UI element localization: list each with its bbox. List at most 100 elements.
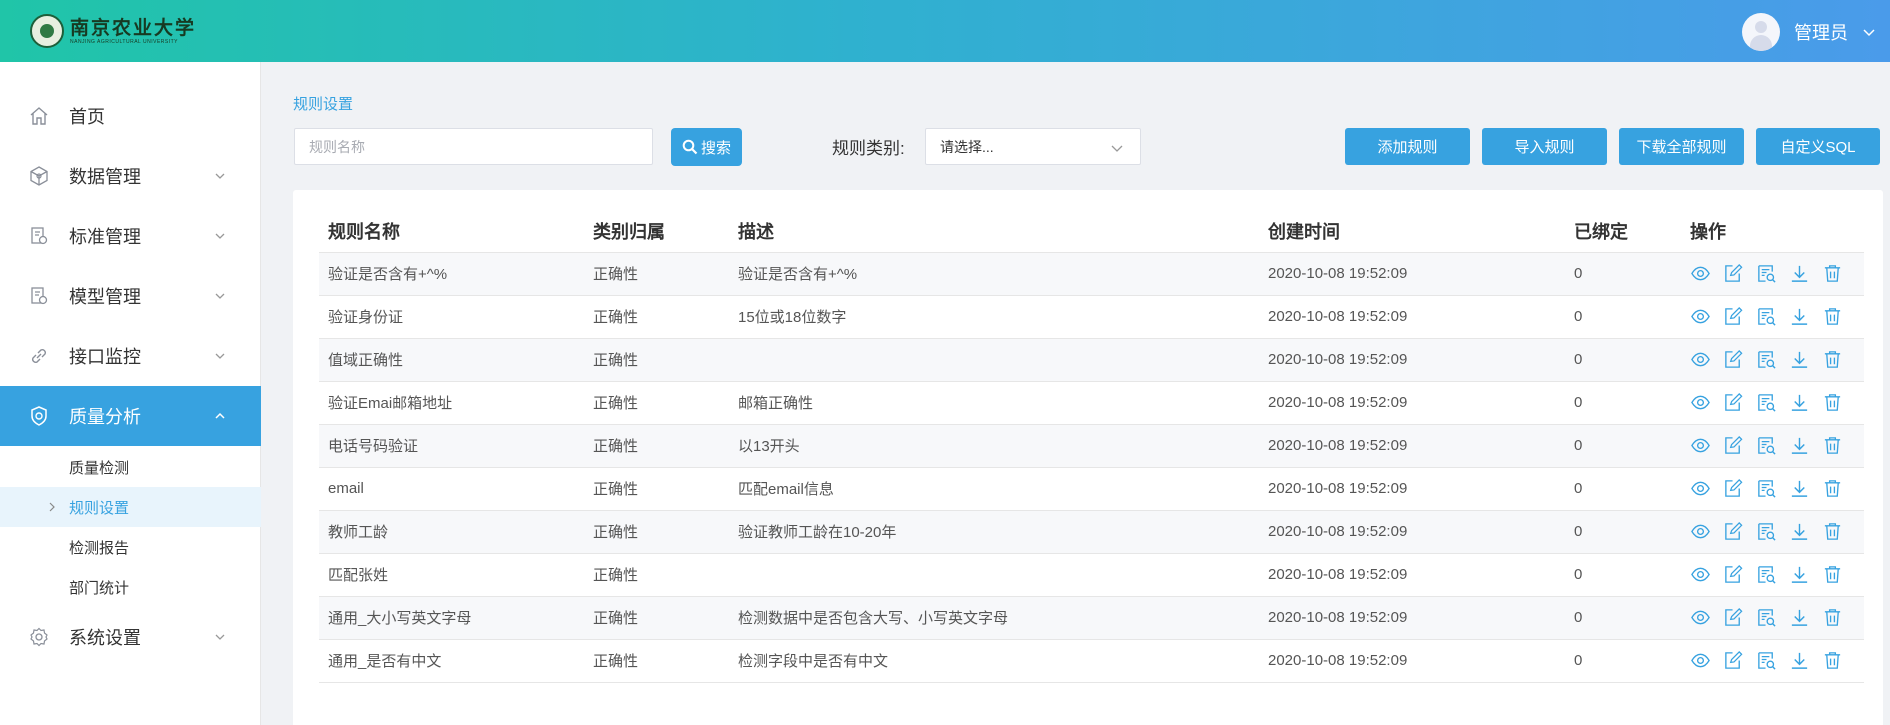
rule-name-search-input[interactable] bbox=[294, 128, 653, 165]
trash-icon[interactable] bbox=[1822, 435, 1843, 456]
detail-icon[interactable] bbox=[1756, 478, 1777, 499]
download-icon[interactable] bbox=[1789, 263, 1810, 284]
edit-icon[interactable] bbox=[1723, 478, 1744, 499]
download-icon[interactable] bbox=[1789, 607, 1810, 628]
trash-icon[interactable] bbox=[1822, 349, 1843, 370]
eye-icon[interactable] bbox=[1690, 306, 1711, 327]
download-icon[interactable] bbox=[1789, 306, 1810, 327]
edit-icon[interactable] bbox=[1723, 306, 1744, 327]
download-icon[interactable] bbox=[1789, 392, 1810, 413]
user-menu[interactable]: 管理员 bbox=[1742, 13, 1876, 51]
download-icon[interactable] bbox=[1789, 650, 1810, 671]
chevron-down-icon bbox=[215, 173, 225, 179]
trash-icon[interactable] bbox=[1822, 478, 1843, 499]
table-cell-bound: 0 bbox=[1565, 424, 1681, 468]
detail-icon[interactable] bbox=[1756, 564, 1777, 585]
table-cell-desc: 匹配email信息 bbox=[729, 467, 1259, 511]
eye-icon[interactable] bbox=[1690, 435, 1711, 456]
sidebar-item-system-settings[interactable]: 系统设置 bbox=[0, 607, 261, 667]
trash-icon[interactable] bbox=[1822, 564, 1843, 585]
rule-category-select[interactable]: 请选择... bbox=[925, 128, 1141, 165]
eye-icon[interactable] bbox=[1690, 607, 1711, 628]
sidebar-item-standard-management[interactable]: 标准管理 bbox=[0, 206, 261, 266]
detail-icon[interactable] bbox=[1756, 392, 1777, 413]
table-cell-desc: 以13开头 bbox=[729, 424, 1259, 468]
top-header: 南京农业大学 NANJING AGRICULTURAL UNIVERSITY 管… bbox=[0, 0, 1890, 62]
trash-icon[interactable] bbox=[1822, 392, 1843, 413]
edit-icon[interactable] bbox=[1723, 349, 1744, 370]
eye-icon[interactable] bbox=[1690, 521, 1711, 542]
sidebar-item-quality-analysis[interactable]: 质量分析 bbox=[0, 386, 261, 446]
eye-icon[interactable] bbox=[1690, 263, 1711, 284]
table-row: 验证身份证 正确性 15位或18位数字 2020-10-08 19:52:09 0 bbox=[319, 295, 1864, 339]
detail-icon[interactable] bbox=[1756, 435, 1777, 456]
download-icon[interactable] bbox=[1789, 435, 1810, 456]
chevron-down-icon bbox=[215, 233, 225, 239]
chevron-down-icon[interactable] bbox=[1862, 25, 1876, 39]
submenu-item-rule-settings[interactable]: 规则设置 bbox=[0, 487, 261, 527]
eye-icon[interactable] bbox=[1690, 564, 1711, 585]
table-cell-created: 2020-10-08 19:52:09 bbox=[1259, 553, 1565, 597]
edit-icon[interactable] bbox=[1723, 521, 1744, 542]
detail-icon[interactable] bbox=[1756, 306, 1777, 327]
sidebar-item-label: 系统设置 bbox=[69, 628, 141, 648]
table-cell-created: 2020-10-08 19:52:09 bbox=[1259, 424, 1565, 468]
sidebar-item-model-management[interactable]: 模型管理 bbox=[0, 266, 261, 326]
table-cell-name: 验证身份证 bbox=[319, 295, 584, 339]
sidebar-item-data-management[interactable]: 数据管理 bbox=[0, 146, 261, 206]
column-header: 创建时间 bbox=[1259, 210, 1565, 253]
edit-icon[interactable] bbox=[1723, 392, 1744, 413]
sidebar-item-interface-monitoring[interactable]: 接口监控 bbox=[0, 326, 261, 386]
eye-icon[interactable] bbox=[1690, 392, 1711, 413]
detail-icon[interactable] bbox=[1756, 521, 1777, 542]
trash-icon[interactable] bbox=[1822, 521, 1843, 542]
search-button[interactable]: 搜索 bbox=[671, 128, 742, 166]
trash-icon[interactable] bbox=[1822, 306, 1843, 327]
trash-icon[interactable] bbox=[1822, 263, 1843, 284]
breadcrumb[interactable]: 规则设置 bbox=[293, 93, 353, 114]
detail-icon[interactable] bbox=[1756, 650, 1777, 671]
sidebar: 首页 数据管理 标准管理 模型管理 接口监控 质量分析 质量检测 规则设置 检测… bbox=[0, 62, 261, 725]
download-icon[interactable] bbox=[1789, 564, 1810, 585]
download-icon[interactable] bbox=[1789, 478, 1810, 499]
edit-icon[interactable] bbox=[1723, 435, 1744, 456]
edit-icon[interactable] bbox=[1723, 607, 1744, 628]
table-cell-bound: 0 bbox=[1565, 252, 1681, 296]
gear-icon bbox=[30, 627, 48, 647]
detail-icon[interactable] bbox=[1756, 607, 1777, 628]
add-rule-button[interactable]: 添加规则 bbox=[1345, 128, 1470, 165]
avatar[interactable] bbox=[1742, 13, 1780, 51]
download-icon[interactable] bbox=[1789, 349, 1810, 370]
eye-icon[interactable] bbox=[1690, 650, 1711, 671]
table-cell-created: 2020-10-08 19:52:09 bbox=[1259, 252, 1565, 296]
submenu-item-department-stats[interactable]: 部门统计 bbox=[0, 567, 261, 607]
university-logo[interactable]: 南京农业大学 NANJING AGRICULTURAL UNIVERSITY bbox=[30, 14, 196, 48]
user-name[interactable]: 管理员 bbox=[1794, 19, 1848, 45]
download-all-rules-button[interactable]: 下载全部规则 bbox=[1619, 128, 1744, 165]
eye-icon[interactable] bbox=[1690, 478, 1711, 499]
import-rule-button[interactable]: 导入规则 bbox=[1482, 128, 1607, 165]
trash-icon[interactable] bbox=[1822, 650, 1843, 671]
custom-sql-button[interactable]: 自定义SQL bbox=[1756, 128, 1880, 165]
trash-icon[interactable] bbox=[1822, 607, 1843, 628]
detail-icon[interactable] bbox=[1756, 263, 1777, 284]
table-cell-actions bbox=[1681, 639, 1864, 683]
table-cell-created: 2020-10-08 19:52:09 bbox=[1259, 639, 1565, 683]
logo-chinese-name: 南京农业大学 bbox=[70, 17, 197, 39]
edit-icon[interactable] bbox=[1723, 650, 1744, 671]
table-row: 教师工龄 正确性 验证教师工龄在10-20年 2020-10-08 19:52:09 0 bbox=[319, 510, 1864, 554]
sidebar-item-home[interactable]: 首页 bbox=[0, 86, 261, 146]
eye-icon[interactable] bbox=[1690, 349, 1711, 370]
table-row: 通用_是否有中文 正确性 检测字段中是否有中文 2020-10-08 19:52:09… bbox=[319, 639, 1864, 683]
table-cell-desc: 验证教师工龄在10-20年 bbox=[729, 510, 1259, 554]
edit-icon[interactable] bbox=[1723, 263, 1744, 284]
table-cell-category: 正确性 bbox=[584, 553, 729, 597]
chevron-down-icon bbox=[215, 293, 225, 299]
table-cell-bound: 0 bbox=[1565, 596, 1681, 640]
download-icon[interactable] bbox=[1789, 521, 1810, 542]
edit-icon[interactable] bbox=[1723, 564, 1744, 585]
submenu-item-quality-check[interactable]: 质量检测 bbox=[0, 447, 261, 487]
detail-icon[interactable] bbox=[1756, 349, 1777, 370]
submenu-item-check-report[interactable]: 检测报告 bbox=[0, 527, 261, 567]
table-cell-created: 2020-10-08 19:52:09 bbox=[1259, 381, 1565, 425]
